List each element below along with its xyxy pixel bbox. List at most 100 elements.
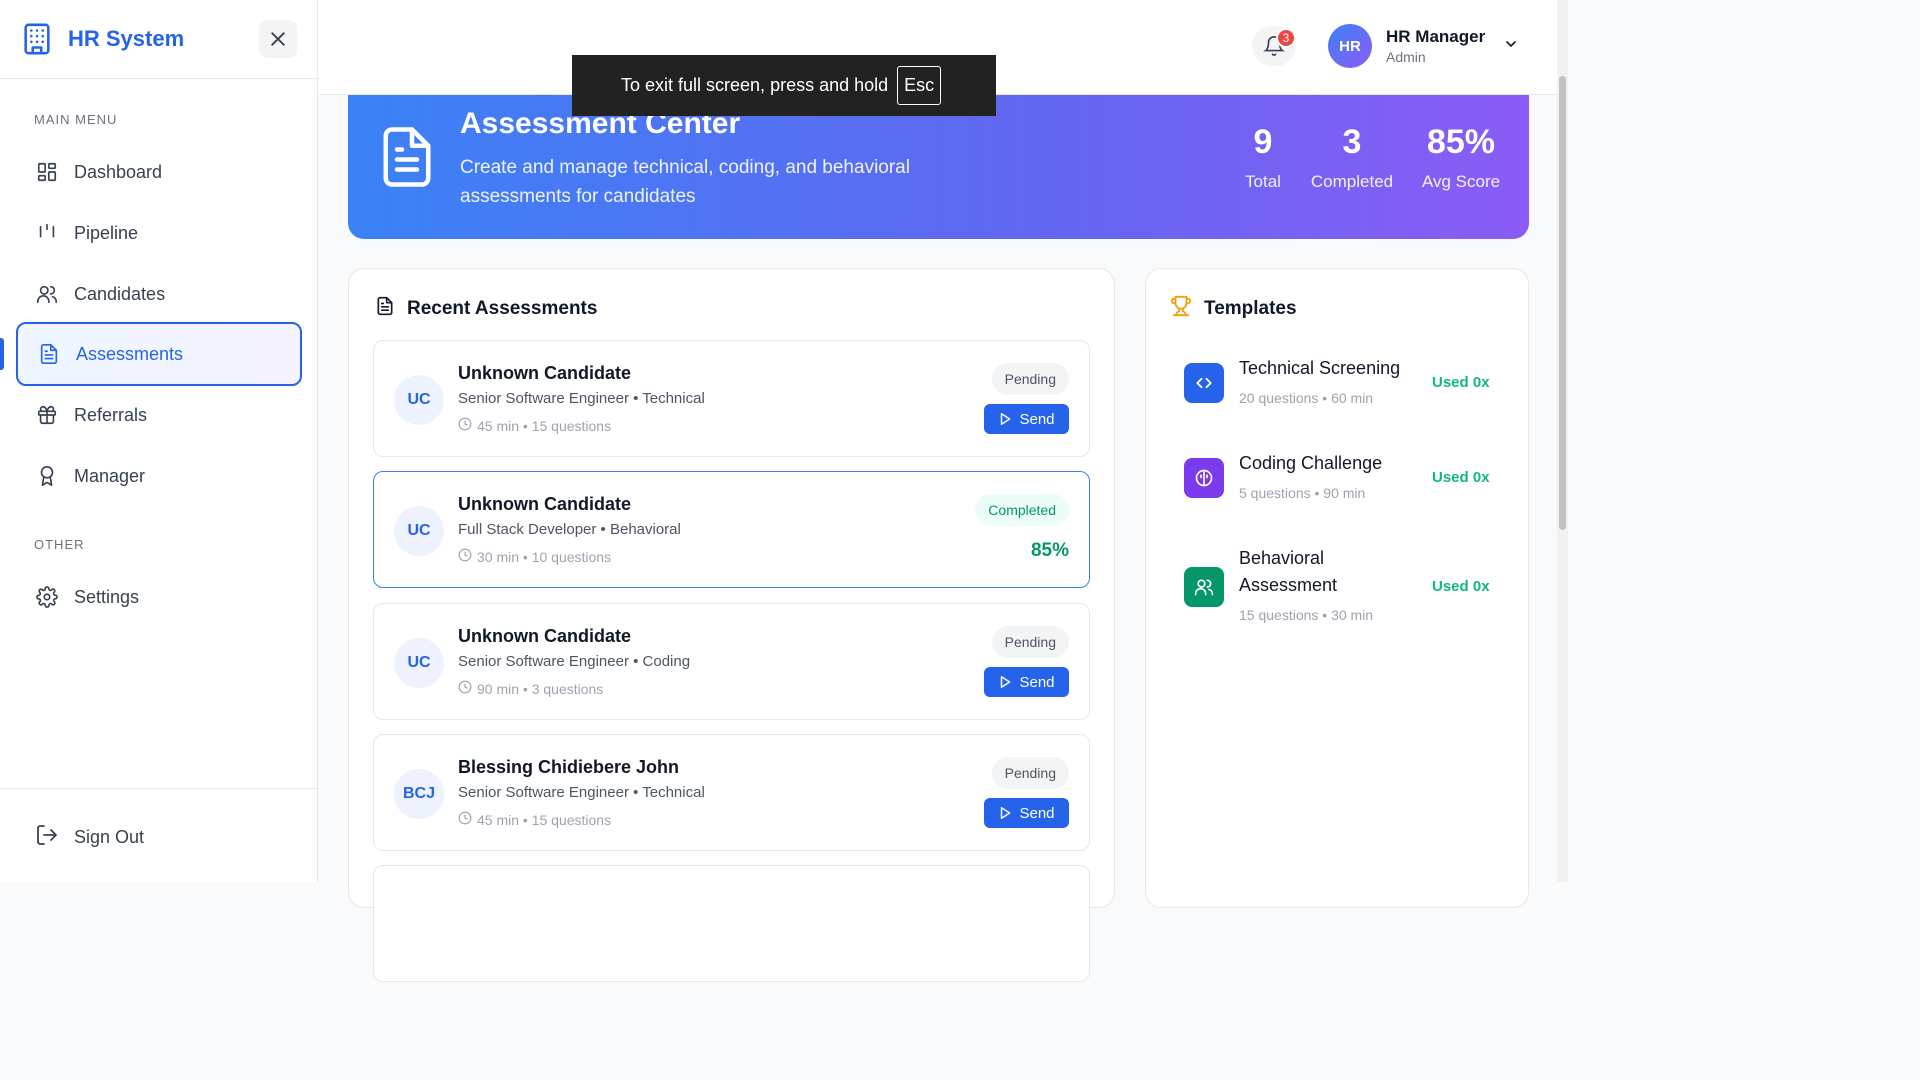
pipeline-icon (35, 221, 59, 245)
sidebar-item-pipeline[interactable]: Pipeline (16, 201, 302, 265)
sidebar-item-label: Assessments (76, 343, 184, 364)
assessment-item[interactable]: UC Unknown Candidate Senior Software Eng… (373, 340, 1090, 457)
stat-completed: 3 Completed (1309, 123, 1395, 192)
template-usage: Used 0x (1432, 374, 1490, 391)
avatar: UC (394, 638, 444, 688)
assessment-meta: 30 min • 10 questions (458, 548, 611, 565)
clock-icon (458, 680, 472, 697)
clock-icon (458, 548, 472, 565)
card-title: Templates (1204, 298, 1297, 319)
sidebar-item-referrals[interactable]: Referrals (16, 383, 302, 447)
user-name: HR Manager (1386, 27, 1486, 46)
template-usage: Used 0x (1432, 578, 1490, 595)
assessment-item[interactable]: UC Unknown Candidate Senior Software Eng… (373, 603, 1090, 720)
status-badge: Completed (975, 494, 1069, 526)
gear-icon (35, 585, 59, 609)
award-icon (35, 464, 59, 488)
template-name: Behavioral Assessment (1239, 548, 1338, 595)
sidebar-item-dashboard[interactable]: Dashboard (16, 140, 302, 204)
assessment-banner: Assessment Center Create and manage tech… (348, 95, 1529, 239)
toast-text: To exit full screen, press and hold (621, 75, 889, 95)
assessment-meta: 45 min • 15 questions (458, 417, 611, 434)
sidebar-item-label: Dashboard (74, 161, 163, 182)
other-label: OTHER (34, 537, 85, 552)
stat-value: 85% (1426, 123, 1496, 161)
sidebar-item-label: Manager (74, 465, 146, 486)
assessment-item[interactable] (373, 865, 1090, 982)
sidebar-item-label: Pipeline (74, 222, 139, 243)
dashboard-icon (35, 160, 59, 184)
sidebar-item-settings[interactable]: Settings (16, 565, 302, 629)
card-header: Recent Assessments (375, 295, 597, 323)
card-header: Templates (1170, 295, 1297, 323)
clock-icon (458, 417, 472, 434)
user-menu[interactable]: HR HR Manager Admin (1328, 24, 1519, 68)
page-subtitle: Create and manage technical, coding, and… (460, 157, 910, 207)
play-icon (1001, 807, 1011, 819)
candidate-name: Unknown Candidate (458, 363, 632, 383)
document-icon (375, 295, 395, 323)
assessment-score: 85% (1030, 540, 1069, 561)
candidate-name: Unknown Candidate (458, 494, 632, 514)
avatar: HR (1328, 24, 1372, 68)
stat-label: Completed (1310, 172, 1394, 191)
active-indicator (0, 338, 4, 370)
assessment-role: Senior Software Engineer • Technical (458, 784, 705, 801)
stat-value: 9 (1253, 123, 1273, 161)
assessment-role: Senior Software Engineer • Technical (458, 390, 705, 407)
notifications-button[interactable]: 3 (1252, 26, 1296, 66)
user-info: HR Manager Admin (1386, 27, 1485, 65)
users-icon (1184, 567, 1224, 607)
avatar: BCJ (394, 769, 444, 819)
status-badge: Pending (991, 626, 1069, 658)
document-icon (382, 127, 432, 187)
play-icon (1001, 413, 1011, 425)
stat-value: 3 (1342, 123, 1362, 161)
templates-card: Templates Technical Screening 20 questio… (1145, 268, 1529, 908)
user-role: Admin (1386, 49, 1426, 65)
stat-total: 9 Total (1242, 123, 1284, 192)
sign-out-button[interactable]: Sign Out (35, 823, 144, 852)
scrollbar-thumb[interactable] (1559, 76, 1566, 530)
status-badge: Pending (991, 363, 1069, 395)
stat-label: Avg Score (1421, 172, 1501, 191)
send-button[interactable]: Send (984, 404, 1069, 434)
assessment-item[interactable]: BCJ Blessing Chidiebere John Senior Soft… (373, 734, 1090, 851)
page-scrollbar[interactable] (1557, 0, 1568, 882)
close-sidebar-button[interactable] (259, 20, 297, 58)
template-meta: 15 questions • 30 min (1239, 607, 1374, 623)
sidebar-item-label: Referrals (74, 404, 148, 425)
stat-label: Total (1245, 172, 1281, 191)
sidebar-item-label: Settings (74, 586, 140, 607)
play-icon (1001, 676, 1011, 688)
sidebar-item-assessments[interactable]: Assessments (16, 322, 302, 386)
chevron-down-icon (1503, 36, 1519, 57)
sidebar-item-candidates[interactable]: Candidates (16, 262, 302, 326)
assessment-item[interactable]: UC Unknown Candidate Full Stack Develope… (373, 471, 1090, 588)
users-icon (35, 282, 59, 306)
send-button[interactable]: Send (984, 667, 1069, 697)
candidate-name: Blessing Chidiebere John (458, 757, 680, 777)
logout-icon (35, 823, 59, 852)
brain-icon (1184, 458, 1224, 498)
notification-badge: 3 (1276, 28, 1296, 48)
assessment-role: Senior Software Engineer • Coding (458, 653, 691, 670)
card-title: Recent Assessments (407, 298, 598, 319)
assessment-meta: 90 min • 3 questions (458, 680, 603, 697)
code-icon (1184, 363, 1224, 403)
stat-avg-score: 85% Avg Score (1421, 123, 1501, 192)
esc-key: Esc (897, 66, 942, 105)
gift-icon (35, 403, 59, 427)
sign-out-label: Sign Out (74, 827, 145, 847)
main-menu-label: MAIN MENU (34, 112, 118, 127)
recent-assessments-card: Recent Assessments UC Unknown Candidate … (348, 268, 1115, 982)
sidebar-item-manager[interactable]: Manager (16, 444, 302, 508)
assessment-role: Full Stack Developer • Behavioral (458, 521, 681, 538)
fullscreen-exit-toast: To exit full screen, press and hold Esc (572, 55, 996, 116)
template-name: Coding Challenge (1239, 453, 1383, 473)
send-button[interactable]: Send (984, 798, 1069, 828)
document-icon (37, 342, 61, 366)
status-badge: Pending (991, 757, 1069, 789)
avatar: UC (394, 375, 444, 425)
sidebar-item-label: Candidates (74, 283, 166, 304)
